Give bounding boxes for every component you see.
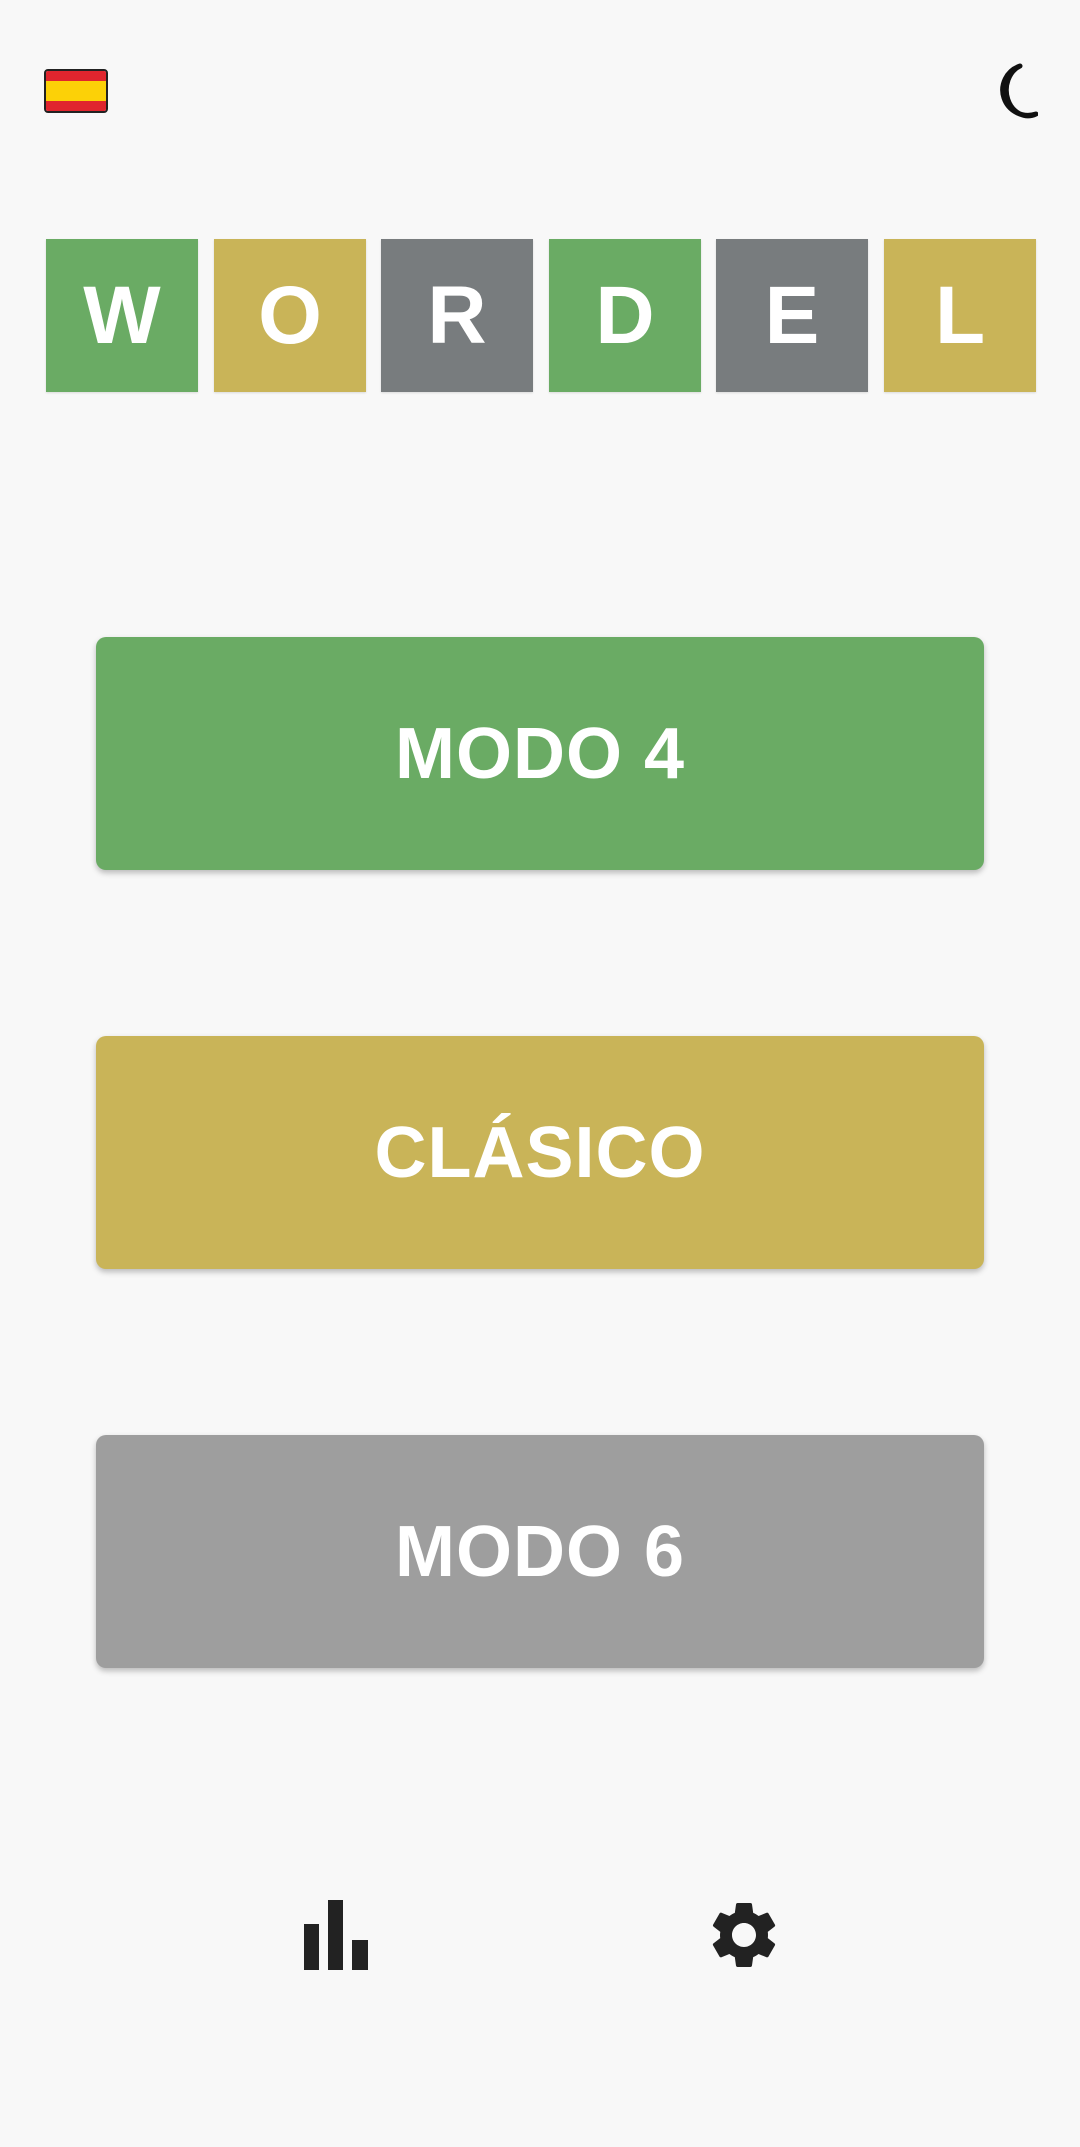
title-tile: E	[716, 239, 868, 392]
flag-stripe-middle	[46, 81, 106, 101]
bar-chart-icon[interactable]	[302, 1900, 370, 1970]
gear-icon[interactable]	[704, 1895, 784, 1975]
title-tile: L	[884, 239, 1036, 392]
title-tile: R	[381, 239, 533, 392]
spain-flag-icon[interactable]	[44, 69, 108, 113]
title-tile: D	[549, 239, 701, 392]
mode-6-button[interactable]: MODO 6	[96, 1435, 984, 1668]
moon-icon[interactable]	[986, 62, 1038, 120]
classic-mode-button[interactable]: CLÁSICO	[96, 1036, 984, 1269]
flag-stripe-top	[46, 71, 106, 81]
mode-4-button[interactable]: MODO 4	[96, 637, 984, 870]
title-tile: W	[46, 239, 198, 392]
flag-stripe-bottom	[46, 101, 106, 111]
title-tile: O	[214, 239, 366, 392]
wordel-title: W O R D E L	[46, 239, 1036, 392]
